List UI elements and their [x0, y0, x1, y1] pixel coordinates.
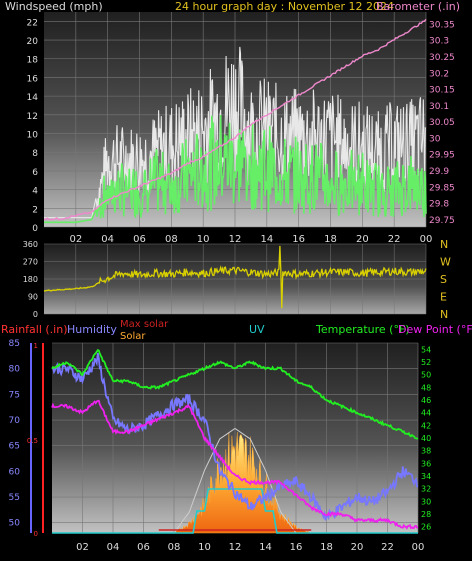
legend-dewpoint: Dew Point (°F): [398, 323, 472, 336]
barometer-y-tick: 29.8: [429, 200, 449, 210]
compass-label: N: [440, 238, 448, 251]
temp-x-tick: 16: [290, 542, 303, 553]
wind-x-tick: 10: [197, 234, 210, 245]
temp-y-tick: 46: [421, 396, 431, 405]
direction-y-tick: 180: [23, 275, 38, 284]
temp-y-tick: 28: [421, 510, 431, 519]
wind-y-tick: 16: [27, 74, 39, 84]
compass-label: S: [440, 273, 447, 286]
rain-axis-bar: [42, 343, 44, 533]
barometer-y-tick: 30.25: [429, 53, 455, 63]
wind-y-tick: 20: [27, 37, 39, 47]
direction-y-tick: 0: [33, 310, 38, 319]
wind-y-tick: 14: [27, 93, 39, 103]
compass-label: N: [440, 308, 448, 321]
barometer-y-tick: 30.2: [429, 69, 449, 79]
temp-x-tick: 00: [412, 542, 425, 553]
humidity-y-tick: 60: [9, 467, 21, 477]
humidity-y-tick: 65: [9, 442, 20, 452]
legend-temperature: Temperature (°F): [315, 323, 410, 336]
graph-title: 24 hour graph day : November 12 2024: [175, 0, 394, 13]
wind-y-tick: 10: [27, 131, 39, 141]
humidity-y-tick: 75: [9, 390, 20, 400]
wind-x-tick: 22: [388, 234, 401, 245]
wind-y-tick: 22: [27, 18, 38, 28]
temp-x-tick: 02: [76, 542, 89, 553]
temp-x-tick: 06: [137, 542, 150, 553]
barometer-label: Barometer (.in): [376, 0, 460, 13]
temp-y-tick: 54: [421, 345, 431, 354]
temp-x-tick: 08: [168, 542, 181, 553]
humidity-y-tick: 80: [9, 365, 21, 375]
wind-x-tick: 20: [356, 234, 369, 245]
barometer-y-tick: 29.9: [429, 167, 449, 177]
direction-y-tick: 90: [28, 293, 38, 302]
wind-x-tick: 16: [292, 234, 305, 245]
barometer-y-tick: 29.85: [429, 183, 455, 193]
temp-y-tick: 40: [421, 434, 431, 443]
wind-x-tick: 02: [69, 234, 82, 245]
temp-y-tick: 30: [421, 497, 431, 506]
barometer-y-tick: 30.05: [429, 118, 455, 128]
barometer-y-tick: 30.15: [429, 86, 455, 96]
wind-x-tick: 18: [324, 234, 337, 245]
wind-y-tick: 0: [32, 224, 38, 234]
wind-x-tick: 04: [101, 234, 114, 245]
temp-x-tick: 18: [320, 542, 333, 553]
wind-y-tick: 12: [27, 112, 38, 122]
humidity-y-tick: 50: [9, 519, 21, 529]
temp-x-tick: 04: [107, 542, 120, 553]
barometer-y-tick: 29.75: [429, 216, 455, 226]
temp-x-tick: 14: [259, 542, 272, 553]
rain-y-tick: 0.5: [27, 437, 38, 445]
wind-y-tick: 2: [32, 205, 38, 215]
rain-y-tick: 0: [34, 530, 38, 538]
wind-x-tick: 14: [260, 234, 273, 245]
temp-y-tick: 34: [421, 472, 431, 481]
humidity-y-tick: 55: [9, 493, 20, 503]
legend-humidity: Humidity: [67, 323, 117, 336]
temp-x-tick: 12: [229, 542, 242, 553]
wind-y-tick: 18: [27, 56, 39, 66]
legend-maxsolar: Max solar: [120, 319, 169, 330]
barometer-y-tick: 30.35: [429, 20, 455, 30]
wind-y-tick: 8: [32, 149, 38, 159]
barometer-y-tick: 30.1: [429, 102, 449, 112]
temp-y-tick: 48: [421, 383, 431, 392]
temp-y-tick: 38: [421, 447, 431, 456]
rain-y-tick: 1: [34, 342, 38, 350]
legend-uv: UV: [249, 323, 265, 336]
wind-x-tick: 06: [133, 234, 146, 245]
temp-y-tick: 42: [421, 421, 431, 430]
temp-x-tick: 22: [381, 542, 394, 553]
temp-x-tick: 10: [198, 542, 211, 553]
weather-graph: Windspeed (mph) 24 hour graph day : Nove…: [1, 0, 472, 553]
wind-y-tick: 4: [32, 187, 38, 197]
compass-label: W: [440, 256, 451, 269]
wind-y-tick: 6: [32, 168, 38, 178]
barometer-y-tick: 29.95: [429, 151, 455, 161]
humidity-y-tick: 70: [9, 416, 21, 426]
humidity-y-tick: 85: [9, 339, 20, 349]
temp-y-tick: 50: [421, 371, 431, 380]
windspeed-label: Windspeed (mph): [5, 0, 103, 13]
legend-solar: Solar: [120, 331, 146, 342]
temp-y-tick: 52: [421, 358, 431, 367]
direction-y-tick: 360: [23, 240, 38, 249]
wind-x-tick: 08: [165, 234, 178, 245]
barometer-y-tick: 30.3: [429, 37, 449, 47]
temp-y-tick: 26: [421, 523, 431, 532]
temp-y-tick: 44: [421, 409, 431, 418]
temp-y-tick: 32: [421, 485, 431, 494]
legend-rainfall: Rainfall (.in): [1, 323, 68, 336]
direction-y-tick: 270: [23, 258, 38, 267]
temp-y-tick: 36: [421, 459, 431, 468]
wind-x-tick: 12: [229, 234, 242, 245]
temp-x-tick: 20: [351, 542, 364, 553]
barometer-y-tick: 30: [429, 134, 441, 144]
wind-x-tick: 00: [420, 234, 433, 245]
compass-label: E: [440, 291, 447, 304]
